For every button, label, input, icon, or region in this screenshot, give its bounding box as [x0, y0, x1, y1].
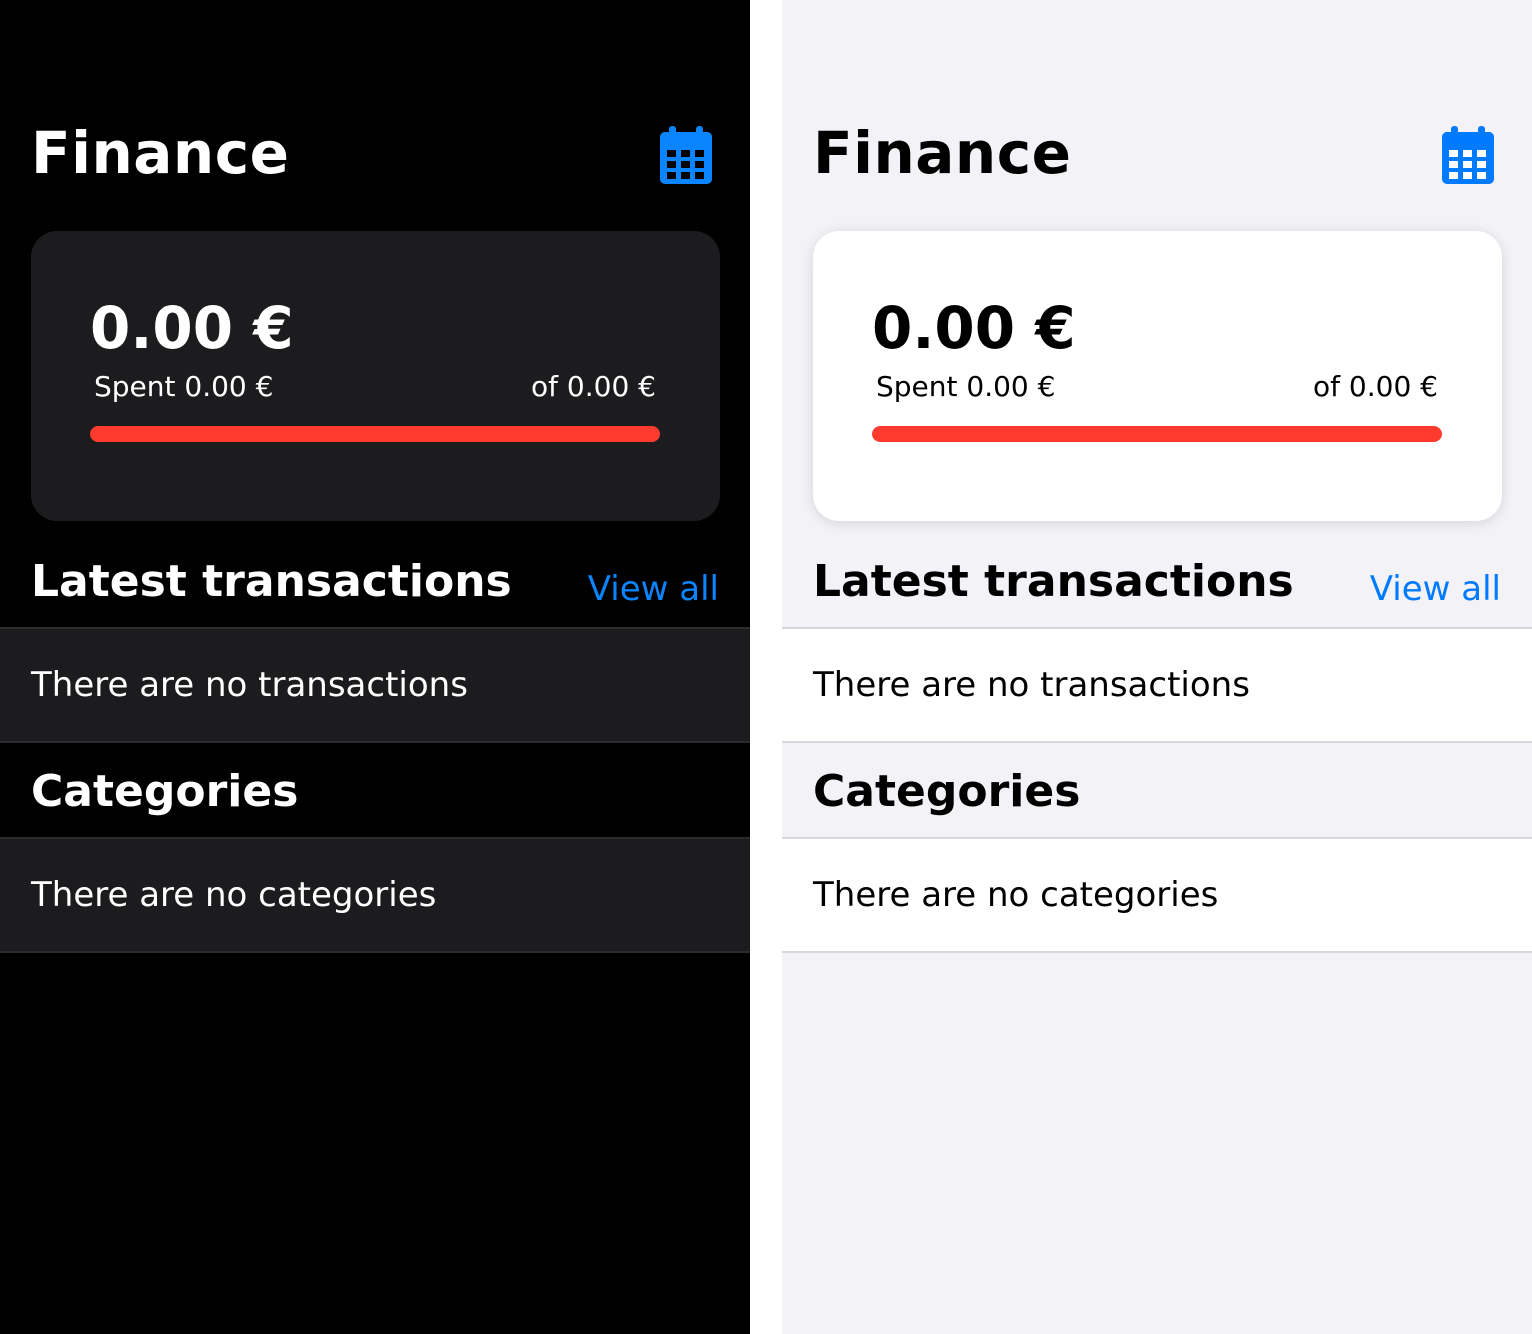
transactions-empty-text: There are no transactions	[813, 665, 1250, 705]
total-label: of 0.00 €	[531, 370, 656, 403]
calendar-icon	[1442, 126, 1494, 184]
budget-progress-bar	[90, 426, 660, 442]
categories-title: Categories	[813, 766, 1081, 817]
calendar-button[interactable]	[660, 126, 712, 184]
view-all-link[interactable]: View all	[1370, 568, 1501, 610]
transactions-list: There are no transactions	[0, 627, 750, 743]
transactions-empty-text: There are no transactions	[31, 665, 468, 705]
budget-amount: 0.00 €	[90, 294, 294, 362]
budget-amount: 0.00 €	[872, 294, 1076, 362]
page-title: Finance	[31, 119, 290, 187]
header: Finance	[0, 110, 750, 200]
categories-list: There are no categories	[782, 837, 1532, 953]
budget-progress-bar	[872, 426, 1442, 442]
budget-progress-fill	[872, 426, 1442, 442]
categories-empty-text: There are no categories	[31, 875, 437, 915]
categories-empty-text: There are no categories	[813, 875, 1219, 915]
spent-label: Spent 0.00 €	[876, 370, 1056, 403]
budget-card[interactable]: 0.00 € Spent 0.00 € of 0.00 €	[813, 231, 1502, 521]
budget-progress-fill	[90, 426, 660, 442]
spent-label: Spent 0.00 €	[94, 370, 274, 403]
header: Finance	[782, 110, 1532, 200]
calendar-button[interactable]	[1442, 126, 1494, 184]
calendar-icon	[660, 126, 712, 184]
transactions-title: Latest transactions	[813, 556, 1294, 607]
finance-screen-light: Finance 0.00 € Spent 0.00 € of 0.00 € La…	[782, 0, 1532, 1334]
page-title: Finance	[813, 119, 1072, 187]
view-all-link[interactable]: View all	[588, 568, 719, 610]
comparison-stage: Finance 0.00 € Spent 0.00 € of 0.00 € La…	[0, 0, 1532, 1334]
finance-screen-dark: Finance 0.00 € Spent 0.00 € of 0.00 € La…	[0, 0, 750, 1334]
transactions-list: There are no transactions	[782, 627, 1532, 743]
categories-title: Categories	[31, 766, 299, 817]
total-label: of 0.00 €	[1313, 370, 1438, 403]
transactions-title: Latest transactions	[31, 556, 512, 607]
budget-card[interactable]: 0.00 € Spent 0.00 € of 0.00 €	[31, 231, 720, 521]
categories-list: There are no categories	[0, 837, 750, 953]
